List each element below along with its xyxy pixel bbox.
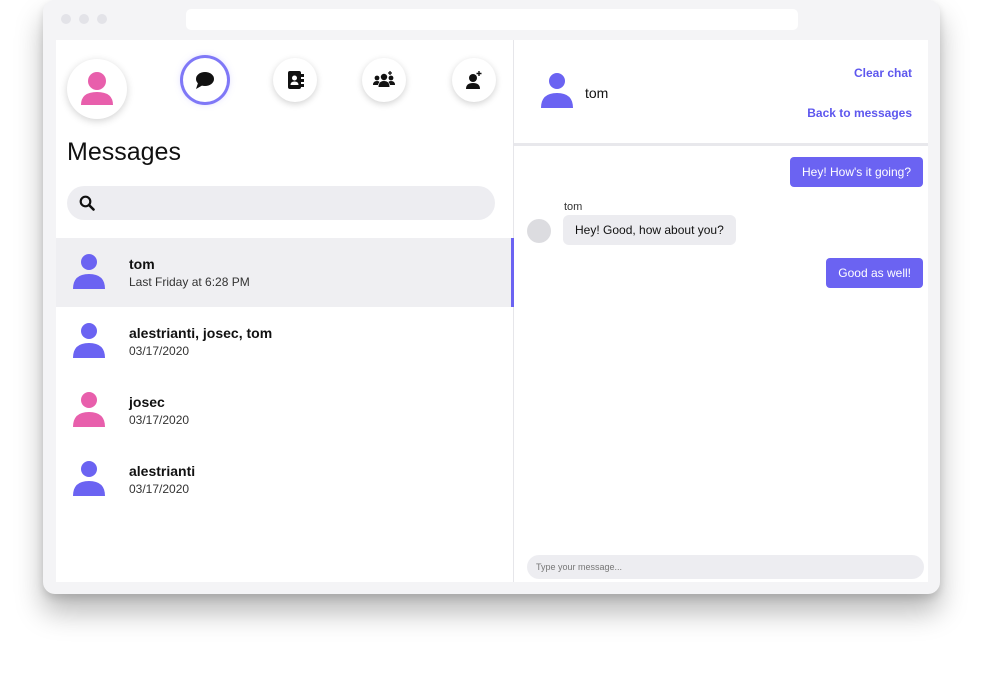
maximize-window-button[interactable] — [97, 14, 107, 24]
title-bar — [43, 0, 940, 40]
minimize-window-button[interactable] — [79, 14, 89, 24]
chat-contact-name: tom — [585, 85, 609, 101]
user-avatar-icon — [73, 461, 105, 496]
conversation-item-alestrianti[interactable]: alestrianti 03/17/2020 — [56, 445, 513, 514]
conversation-name: josec — [129, 394, 165, 410]
conversation-timestamp: 03/17/2020 — [129, 413, 190, 427]
nav-contacts-button[interactable] — [273, 58, 317, 102]
search-icon — [79, 195, 95, 211]
user-avatar-icon — [73, 323, 105, 358]
message-sender-name: tom — [564, 201, 583, 213]
address-bar[interactable] — [186, 9, 798, 30]
user-avatar-icon — [73, 254, 105, 289]
message-incoming: Hey! Good, how about you? — [563, 215, 736, 245]
chat-panel: tom Clear chat Back to messages Hey! How… — [514, 40, 928, 582]
conversation-timestamp: 03/17/2020 — [129, 344, 190, 358]
nav-chat-button[interactable] — [183, 58, 227, 102]
message-outgoing: Good as well! — [826, 258, 923, 288]
back-to-messages-link[interactable]: Back to messages — [807, 106, 912, 120]
message-input[interactable] — [527, 555, 924, 579]
search-bar[interactable] — [67, 186, 495, 220]
app-window: Messages tom Last Friday at 6:28 PM ales… — [43, 0, 940, 594]
sender-avatar — [527, 219, 551, 243]
conversation-timestamp: 03/17/2020 — [129, 482, 190, 496]
conversation-name: tom — [129, 256, 155, 272]
conversation-name: alestrianti — [129, 463, 196, 479]
conversation-timestamp: Last Friday at 6:28 PM — [129, 275, 250, 289]
user-avatar-icon — [81, 72, 113, 105]
chat-bubble-icon — [196, 72, 214, 89]
nav-add-contact-button[interactable] — [452, 58, 496, 102]
clear-chat-link[interactable]: Clear chat — [854, 66, 912, 80]
conversation-name: alestrianti, josec, tom — [129, 325, 273, 341]
conversation-item-group[interactable]: alestrianti, josec, tom 03/17/2020 — [56, 307, 513, 376]
message-outgoing: Hey! How's it going? — [789, 157, 923, 187]
user-avatar-icon — [73, 392, 105, 427]
sidebar: Messages tom Last Friday at 6:28 PM ales… — [56, 40, 514, 582]
chat-header: tom Clear chat Back to messages — [514, 40, 928, 146]
user-avatar-icon — [541, 73, 573, 108]
page-title: Messages — [67, 138, 181, 166]
close-window-button[interactable] — [61, 14, 71, 24]
user-plus-icon — [466, 71, 482, 89]
conversation-item-tom[interactable]: tom Last Friday at 6:28 PM — [56, 238, 514, 307]
conversation-item-josec[interactable]: josec 03/17/2020 — [56, 376, 513, 445]
users-icon — [373, 71, 395, 87]
nav-groups-button[interactable] — [362, 58, 406, 102]
my-avatar[interactable] — [67, 59, 127, 119]
address-book-icon — [288, 71, 304, 89]
